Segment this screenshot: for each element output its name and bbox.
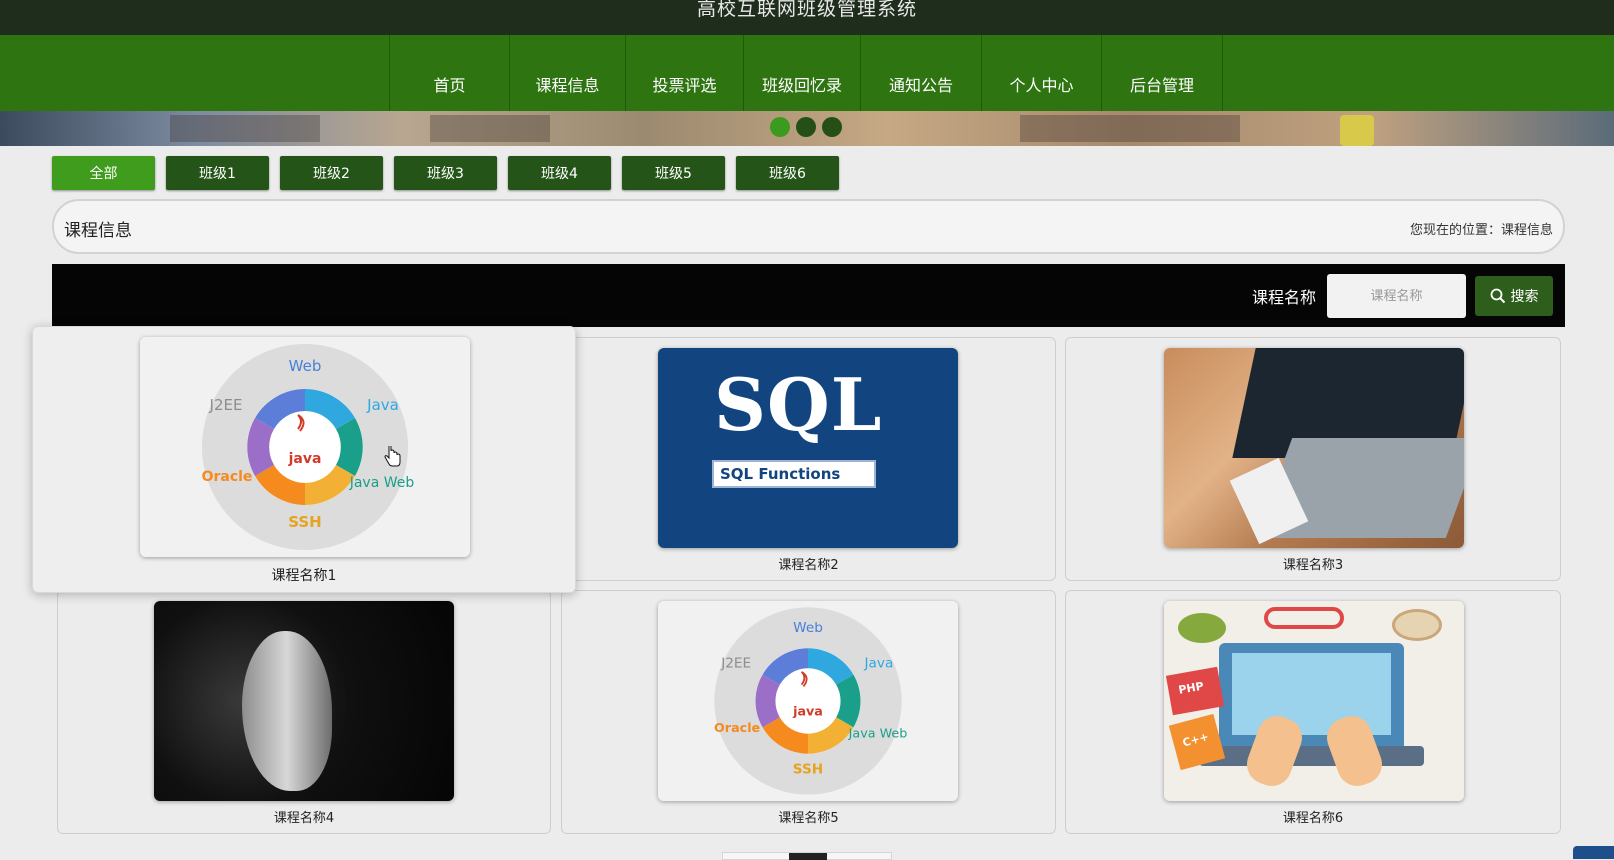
search-icon <box>1490 288 1505 304</box>
java-segment-ssh: SSH <box>288 513 322 531</box>
hand-cursor-icon <box>384 446 401 467</box>
banner-decor <box>1020 115 1240 142</box>
java-segment-ssh: SSH <box>793 762 823 778</box>
java-center-text: java <box>288 451 322 467</box>
search-button-label: 搜索 <box>1510 289 1539 305</box>
class-tab-4[interactable]: 班级4 <box>508 156 611 190</box>
course-thumbnail[interactable]: PHP C++ <box>1164 601 1464 801</box>
course-name[interactable]: 课程名称5 <box>562 807 1055 826</box>
course-card-4[interactable]: 课程名称4 <box>57 590 551 834</box>
java-diagram: java Web Java Java Web SSH Oracle J2EE <box>714 607 908 795</box>
course-thumbnail[interactable]: java Web Java Java Web SSH Oracle J2EE <box>140 337 470 557</box>
carousel-dot-3[interactable] <box>822 117 842 137</box>
course-card-5[interactable]: java Web Java Java Web SSH Oracle J2EE 课… <box>561 590 1056 834</box>
course-card-2[interactable]: SQL SQL Functions 课程名称2 <box>561 337 1056 581</box>
search-input[interactable] <box>1327 274 1466 318</box>
sql-functions-image: SQL SQL Functions <box>658 348 958 548</box>
java-segment-oracle: Oracle <box>202 469 253 485</box>
nav-item-notices[interactable]: 通知公告 <box>860 35 981 111</box>
search-label: 课程名称 <box>1252 288 1317 307</box>
course-card-3[interactable]: 课程名称3 <box>1065 337 1561 581</box>
carousel-dots <box>770 117 842 137</box>
course-card-6[interactable]: PHP C++ 课程名称6 <box>1065 590 1561 834</box>
breadcrumb: 课程信息 您现在的位置：课程信息 <box>52 199 1565 254</box>
cpp-book-label: C++ <box>1181 730 1211 750</box>
class-tab-5[interactable]: 班级5 <box>622 156 725 190</box>
course-thumbnail[interactable]: SQL SQL Functions <box>658 348 958 548</box>
sql-title: SQL <box>714 362 883 447</box>
nav-item-admin[interactable]: 后台管理 <box>1101 35 1223 111</box>
java-segment-javaweb: Java Web <box>848 725 908 740</box>
java-roadmap-image: java Web Java Java Web SSH Oracle J2EE <box>140 337 470 557</box>
class-tab-all[interactable]: 全部 <box>52 156 155 190</box>
java-diagram: java Web Java Java Web SSH Oracle J2EE <box>202 344 415 550</box>
course-thumbnail[interactable] <box>154 601 454 801</box>
nav-item-home[interactable]: 首页 <box>389 35 509 111</box>
top-header: 高校互联网班级管理系统 <box>0 0 1614 35</box>
class-filter-tabs: 全部 班级1 班级2 班级3 班级4 班级5 班级6 <box>52 156 839 190</box>
page-title: 课程信息 <box>64 221 132 241</box>
banner-decor <box>170 115 320 142</box>
search-bar: 课程名称 搜索 <box>52 264 1565 327</box>
search-button[interactable]: 搜索 <box>1475 276 1553 316</box>
java-segment-javaweb: Java Web <box>349 475 415 491</box>
java-segment-web: Web <box>793 620 823 636</box>
course-name[interactable]: 课程名称4 <box>58 807 550 826</box>
carousel-dot-2[interactable] <box>796 117 816 137</box>
php-laptop-image: PHP C++ <box>1164 601 1464 801</box>
class-tab-2[interactable]: 班级2 <box>280 156 383 190</box>
course-card-1[interactable]: java Web Java Java Web SSH Oracle J2EE 课… <box>32 326 576 593</box>
java-segment-oracle: Oracle <box>714 720 761 735</box>
course-name[interactable]: 课程名称6 <box>1066 807 1560 826</box>
course-name[interactable]: 课程名称2 <box>562 554 1055 573</box>
class-tab-6[interactable]: 班级6 <box>736 156 839 190</box>
nav-item-memories[interactable]: 班级回忆录 <box>743 35 860 111</box>
java-segment-web: Web <box>289 357 322 375</box>
nav-item-courses[interactable]: 课程信息 <box>509 35 625 111</box>
course-name[interactable]: 课程名称1 <box>33 565 575 585</box>
php-book-label: PHP <box>1177 679 1205 697</box>
app-title: 高校互联网班级管理系统 <box>696 0 917 20</box>
java-segment-java: Java <box>366 396 399 414</box>
course-thumbnail[interactable] <box>1164 348 1464 548</box>
class-tab-3[interactable]: 班级3 <box>394 156 497 190</box>
floating-help-button[interactable] <box>1573 846 1614 859</box>
ai-head-image <box>154 601 454 801</box>
class-tab-1[interactable]: 班级1 <box>166 156 269 190</box>
laptop-desk-image <box>1164 348 1464 548</box>
banner-decor <box>1340 115 1374 146</box>
java-segment-java: Java <box>864 655 894 671</box>
main-nav: 首页 课程信息 投票评选 班级回忆录 通知公告 个人中心 后台管理 <box>0 35 1614 111</box>
nav-item-voting[interactable]: 投票评选 <box>625 35 743 111</box>
java-center-text: java <box>792 704 823 719</box>
course-name[interactable]: 课程名称3 <box>1066 554 1560 573</box>
carousel-dot-1[interactable] <box>770 117 790 137</box>
course-thumbnail[interactable]: java Web Java Java Web SSH Oracle J2EE <box>658 601 958 801</box>
breadcrumb-location: 您现在的位置：课程信息 <box>1409 223 1553 238</box>
java-segment-j2ee: J2EE <box>209 396 243 414</box>
nav-item-profile[interactable]: 个人中心 <box>981 35 1101 111</box>
banner-decor <box>430 115 550 142</box>
sql-subtitle: SQL Functions <box>720 465 841 483</box>
java-roadmap-image: java Web Java Java Web SSH Oracle J2EE <box>658 601 958 801</box>
java-segment-j2ee: J2EE <box>720 655 751 671</box>
